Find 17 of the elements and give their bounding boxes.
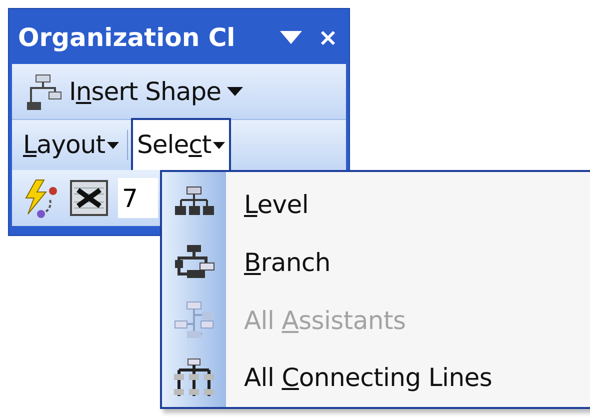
zoom-field[interactable]: 7 (118, 178, 158, 218)
org-assistants-icon (173, 300, 215, 340)
menu-button[interactable]: Select (131, 118, 232, 170)
fit-text-button[interactable] (70, 180, 108, 216)
org-lines-icon (173, 358, 215, 398)
menu-button[interactable]: Layout (18, 120, 124, 170)
caret-icon (226, 87, 243, 96)
panel-title: Organization Cl (18, 22, 236, 54)
org-chart-icon (25, 72, 63, 110)
caret-icon (213, 142, 226, 148)
caret-icon (280, 31, 302, 45)
caret-icon (107, 142, 119, 148)
menu-item[interactable]: Level (162, 176, 590, 234)
menu-item[interactable]: Branch (162, 234, 590, 292)
close-icon (320, 30, 336, 46)
menu-item[interactable]: All Connecting Lines (162, 349, 590, 407)
fit-text-icon (70, 180, 108, 216)
